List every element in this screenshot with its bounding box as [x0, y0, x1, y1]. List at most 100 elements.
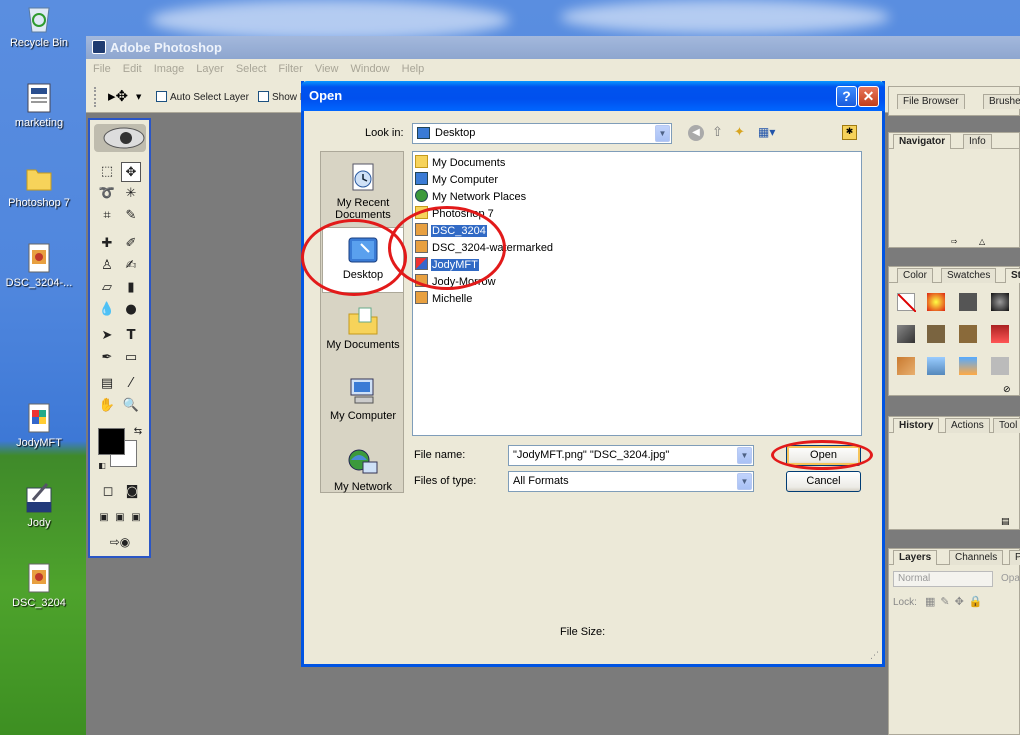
lasso-tool-icon[interactable]: ➰	[97, 184, 117, 204]
hand-tool-icon[interactable]: ✋	[97, 396, 117, 416]
view-menu-icon[interactable]: ▦▾	[758, 125, 775, 139]
menu-view[interactable]: View	[308, 59, 344, 75]
magic-wand-tool-icon[interactable]: ✳	[121, 184, 141, 204]
style-swatch[interactable]	[959, 325, 977, 343]
jump-to-imageready-icon[interactable]: ⇨◉	[100, 532, 140, 552]
brush-tool-icon[interactable]: ✐	[121, 234, 141, 254]
menu-image[interactable]: Image	[147, 59, 190, 75]
desktop-icon-recycle-bin[interactable]: Recycle Bin	[0, 2, 78, 49]
cancel-button[interactable]: Cancel	[786, 471, 861, 492]
file-item-my-network-places[interactable]: My Network Places	[415, 189, 527, 205]
gradient-tool-icon[interactable]: ▮	[121, 278, 141, 298]
menu-layer[interactable]: Layer	[189, 59, 229, 75]
file-name-input[interactable]: "JodyMFT.png" "DSC_3204.jpg" ▼	[508, 445, 754, 466]
lock-icons[interactable]: ▦✎✥🔒	[925, 595, 988, 608]
tab-navigator[interactable]: Navigator	[893, 134, 952, 149]
move-tool-icon[interactable]: ▸✥	[108, 87, 128, 105]
auto-select-layer-checkbox[interactable]: Auto Select Layer	[156, 91, 249, 103]
tab-tool-presets[interactable]: Tool	[993, 418, 1020, 433]
tab-info[interactable]: Info	[963, 134, 992, 149]
blend-mode-select[interactable]: Normal	[893, 571, 993, 587]
file-item-my-computer[interactable]: My Computer	[415, 172, 499, 188]
style-swatch[interactable]	[927, 293, 945, 311]
clone-stamp-tool-icon[interactable]: ♙	[97, 256, 117, 276]
history-brush-tool-icon[interactable]: ✍	[121, 256, 141, 276]
healing-brush-tool-icon[interactable]: ✚	[97, 234, 117, 254]
style-swatch[interactable]	[991, 357, 1009, 375]
menu-filter[interactable]: Filter	[271, 59, 307, 75]
desktop-icon-jodymft[interactable]: JodyMFT	[0, 402, 78, 449]
swap-colors-icon[interactable]: ⇆	[128, 422, 148, 442]
shape-tool-icon[interactable]: ▭	[121, 348, 141, 368]
menu-edit[interactable]: Edit	[116, 59, 147, 75]
path-selection-tool-icon[interactable]: ➤	[97, 326, 117, 346]
up-folder-icon[interactable]: ⇧	[712, 125, 723, 140]
tool-preset-dropdown-icon[interactable]: ▼	[136, 93, 141, 101]
blur-tool-icon[interactable]: 💧	[97, 300, 117, 320]
help-button[interactable]: ?	[836, 86, 857, 107]
style-swatch[interactable]	[927, 357, 945, 375]
place-my-network[interactable]: My Network	[322, 440, 404, 506]
style-swatch[interactable]	[897, 357, 915, 375]
zoom-slider-icon[interactable]: △	[979, 237, 985, 246]
notes-tool-icon[interactable]: ▤	[97, 374, 117, 394]
type-tool-icon[interactable]: T	[121, 326, 141, 346]
resize-grip-icon[interactable]: ⋰	[870, 651, 879, 661]
place-my-computer[interactable]: My Computer	[322, 369, 404, 435]
dodge-tool-icon[interactable]: ●	[121, 300, 141, 320]
slice-tool-icon[interactable]: ✎	[121, 206, 141, 226]
style-swatch[interactable]	[959, 293, 977, 311]
show-bounding-box-checkbox[interactable]: Show B	[258, 91, 306, 103]
tab-channels[interactable]: Channels	[949, 550, 1004, 565]
tab-layers[interactable]: Layers	[893, 550, 938, 565]
style-none-swatch[interactable]	[897, 293, 917, 313]
photoshop-browser-icon[interactable]: ✱	[842, 125, 857, 140]
quick-mask-mode-icon[interactable]: ◙	[122, 482, 142, 502]
menu-select[interactable]: Select	[229, 59, 272, 75]
desktop-icon-dsc-3204-watermarked[interactable]: DSC_3204-...	[0, 242, 78, 289]
zoom-tool-icon[interactable]: 🔍	[121, 396, 141, 416]
crop-tool-icon[interactable]: ⌗	[97, 206, 117, 226]
delete-style-icon[interactable]: ⊘	[1003, 385, 1011, 395]
tab-paths[interactable]: Paths	[1009, 550, 1020, 565]
files-of-type-select[interactable]: All Formats ▼	[508, 471, 754, 492]
menu-window[interactable]: Window	[344, 59, 395, 75]
options-grip[interactable]	[94, 87, 98, 107]
checkbox-box[interactable]	[258, 91, 269, 102]
style-swatch[interactable]	[897, 325, 915, 343]
style-swatch[interactable]	[959, 357, 977, 375]
chevron-down-icon[interactable]: ▼	[737, 447, 752, 464]
screen-mode-full-icon[interactable]: ▣	[126, 508, 146, 528]
look-in-combobox[interactable]: Desktop ▼	[412, 123, 672, 144]
chevron-down-icon[interactable]: ▼	[655, 125, 670, 142]
tab-history[interactable]: History	[893, 418, 940, 433]
new-folder-icon[interactable]: ✦	[734, 125, 745, 140]
style-swatch[interactable]	[991, 325, 1009, 343]
style-swatch[interactable]	[927, 325, 945, 343]
desktop-icon-photoshop-7[interactable]: Photoshop 7	[0, 162, 78, 209]
eraser-tool-icon[interactable]: ▱	[97, 278, 117, 298]
tab-color[interactable]: Color	[897, 268, 933, 283]
tab-file-browser[interactable]: File Browser	[897, 94, 965, 109]
marquee-tool-icon[interactable]: ⬚	[97, 162, 117, 182]
close-button[interactable]: ✕	[858, 86, 879, 107]
chevron-down-icon[interactable]: ▼	[737, 473, 752, 490]
place-my-recent-documents[interactable]: My Recent Documents	[322, 156, 404, 222]
style-swatch[interactable]	[991, 293, 1009, 311]
history-menu-icon[interactable]: ▤	[1001, 517, 1010, 527]
eyedropper-tool-icon[interactable]: ⁄	[121, 374, 141, 394]
tab-styles[interactable]: Styles	[1005, 268, 1020, 283]
menu-help[interactable]: Help	[395, 59, 430, 75]
move-tool-icon[interactable]: ✥	[121, 162, 141, 182]
file-item-michelle[interactable]: Michelle	[415, 291, 473, 307]
pen-tool-icon[interactable]: ✒	[97, 348, 117, 368]
tab-swatches[interactable]: Swatches	[941, 268, 997, 283]
desktop-icon-jody[interactable]: Jody	[0, 482, 78, 529]
tab-actions[interactable]: Actions	[945, 418, 990, 433]
place-my-documents[interactable]: My Documents	[322, 298, 404, 364]
photoshop-title-bar[interactable]: Adobe Photoshop	[86, 36, 1020, 59]
back-icon[interactable]: ◀	[688, 125, 704, 141]
default-colors-icon[interactable]: ◧	[92, 456, 112, 476]
file-item-my-documents[interactable]: My Documents	[415, 155, 506, 171]
foreground-color-swatch[interactable]	[98, 428, 125, 455]
